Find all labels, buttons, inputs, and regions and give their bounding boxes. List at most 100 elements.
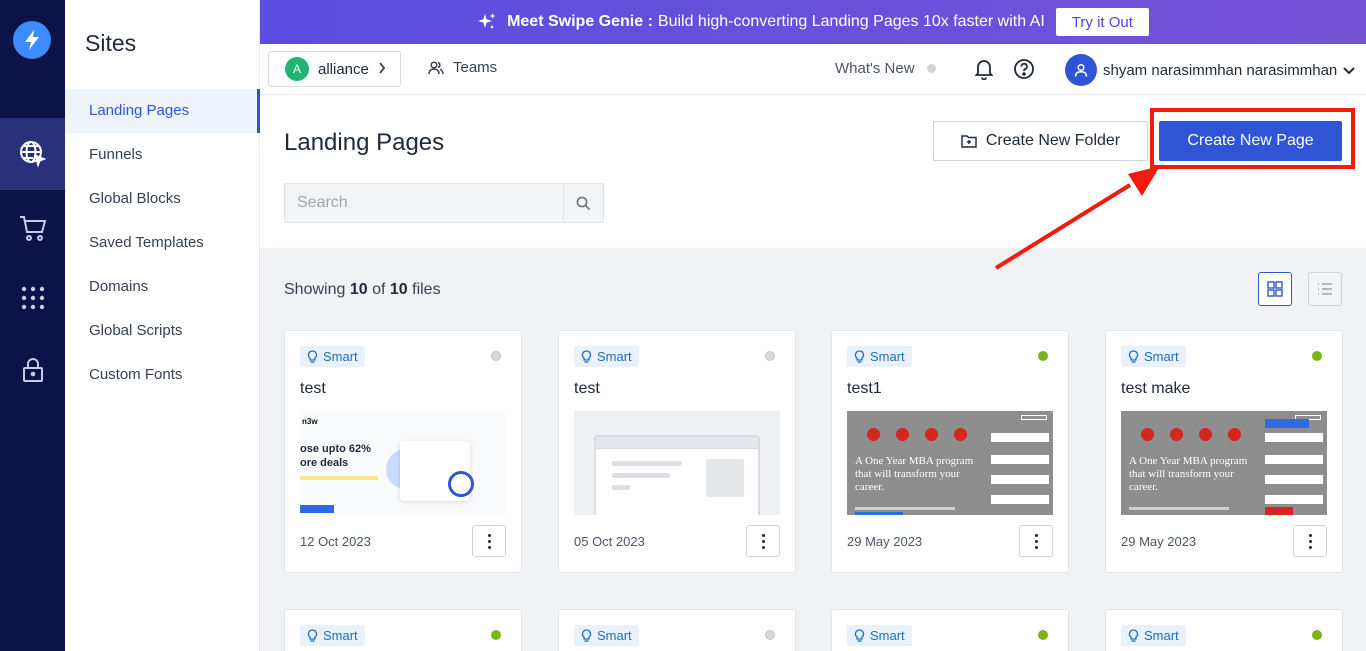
page-card[interactable]: Smart test make A One Year MBA program t… bbox=[1105, 330, 1343, 573]
search-icon[interactable] bbox=[563, 184, 603, 222]
smart-label: Smart bbox=[1144, 628, 1179, 643]
smart-label: Smart bbox=[870, 349, 905, 364]
more-options-button[interactable] bbox=[472, 525, 506, 557]
globe-cursor-icon[interactable] bbox=[0, 118, 65, 190]
list-view-button[interactable] bbox=[1308, 272, 1342, 306]
bolt-logo-icon[interactable] bbox=[13, 21, 51, 59]
create-page-button[interactable]: Create New Page bbox=[1159, 121, 1342, 161]
page-card[interactable]: Smart test n3w ose upto 62% ore deals 12… bbox=[284, 330, 522, 573]
status-dot bbox=[491, 351, 501, 361]
page-thumbnail[interactable]: n3w ose upto 62% ore deals bbox=[300, 411, 506, 515]
thumb-bar bbox=[300, 476, 378, 480]
smart-label: Smart bbox=[1144, 349, 1179, 364]
workspace-switcher[interactable]: A alliance bbox=[268, 51, 401, 87]
card-title[interactable]: test1 bbox=[847, 380, 882, 398]
sites-sidebar: Sites Landing Pages Funnels Global Block… bbox=[65, 0, 260, 651]
create-folder-button[interactable]: Create New Folder bbox=[933, 121, 1148, 161]
lock-icon[interactable] bbox=[0, 334, 65, 406]
chevron-down-icon bbox=[1343, 62, 1355, 79]
status-dot bbox=[1038, 630, 1048, 640]
thumb-headline: A One Year MBA program that will transfo… bbox=[1129, 455, 1248, 493]
smart-badge: Smart bbox=[300, 625, 365, 646]
page-card[interactable]: Smart test 05 Oct 2023 bbox=[558, 330, 796, 573]
file-count-suffix: files bbox=[412, 281, 441, 298]
whats-new-dot bbox=[926, 64, 936, 73]
thumb-line-2: ore deals bbox=[300, 457, 349, 469]
avatar bbox=[1065, 54, 1097, 86]
thumb-headline: A One Year MBA program that will transfo… bbox=[855, 455, 974, 493]
thumb-ring bbox=[448, 471, 474, 497]
search-input[interactable] bbox=[285, 184, 563, 222]
bulb-icon bbox=[581, 350, 592, 363]
sidebar-item-domains[interactable]: Domains bbox=[65, 265, 260, 309]
file-count-of: of bbox=[372, 281, 386, 298]
page-card[interactable]: Smart bbox=[831, 609, 1069, 651]
sidebar-item-custom-fonts[interactable]: Custom Fonts bbox=[65, 353, 260, 397]
smart-label: Smart bbox=[323, 628, 358, 643]
top-header: A alliance Teams What's New shyam narasi… bbox=[260, 44, 1366, 94]
thumb-brand: n3w bbox=[302, 417, 318, 426]
file-count: Showing 10 of 10 files bbox=[284, 281, 441, 299]
help-icon[interactable] bbox=[1013, 58, 1035, 85]
sparkle-icon bbox=[477, 12, 497, 32]
card-date: 29 May 2023 bbox=[1121, 534, 1197, 549]
thumb-cta bbox=[300, 505, 334, 513]
user-menu[interactable]: shyam narasimmhan narasimmhan bbox=[1065, 54, 1355, 86]
status-dot bbox=[765, 351, 775, 361]
page-card[interactable]: Smart bbox=[1105, 609, 1343, 651]
bulb-icon bbox=[1128, 350, 1139, 363]
page-card[interactable]: Smart bbox=[284, 609, 522, 651]
sidebar-menu: Landing Pages Funnels Global Blocks Save… bbox=[65, 89, 260, 397]
workspace-name: alliance bbox=[318, 60, 369, 78]
sidebar-item-global-scripts[interactable]: Global Scripts bbox=[65, 309, 260, 353]
apps-grid-icon[interactable] bbox=[0, 262, 65, 334]
sidebar-item-landing-pages[interactable]: Landing Pages bbox=[65, 89, 260, 133]
promo-banner: Meet Swipe Genie : Build high-converting… bbox=[260, 0, 1366, 44]
page-thumbnail[interactable]: A One Year MBA program that will transfo… bbox=[847, 411, 1053, 515]
status-dot bbox=[1312, 351, 1322, 361]
thumb-placeholder-window bbox=[594, 435, 760, 515]
try-it-out-button[interactable]: Try it Out bbox=[1055, 8, 1149, 36]
page-card[interactable]: Smart test1 A One Year MBA program that … bbox=[831, 330, 1069, 573]
page-card[interactable]: Smart bbox=[558, 609, 796, 651]
card-date: 12 Oct 2023 bbox=[300, 534, 371, 549]
smart-label: Smart bbox=[597, 628, 632, 643]
teams-link[interactable]: Teams bbox=[428, 59, 497, 76]
teams-icon bbox=[428, 60, 444, 74]
bulb-icon bbox=[854, 350, 865, 363]
more-options-button[interactable] bbox=[1019, 525, 1053, 557]
grid-view-button[interactable] bbox=[1258, 272, 1292, 306]
smart-badge: Smart bbox=[847, 346, 912, 367]
status-dot bbox=[491, 630, 501, 640]
card-title[interactable]: test bbox=[300, 380, 326, 398]
more-options-button[interactable] bbox=[1293, 525, 1327, 557]
bell-icon[interactable] bbox=[974, 58, 994, 85]
cart-icon[interactable] bbox=[0, 192, 65, 264]
whats-new-link[interactable]: What's New bbox=[835, 60, 936, 77]
smart-label: Smart bbox=[597, 349, 632, 364]
bulb-icon bbox=[1128, 629, 1139, 642]
card-title[interactable]: test bbox=[574, 380, 600, 398]
banner-headline: Meet Swipe Genie : bbox=[507, 13, 653, 30]
smart-badge: Smart bbox=[1121, 346, 1186, 367]
bulb-icon bbox=[581, 629, 592, 642]
sidebar-item-global-blocks[interactable]: Global Blocks bbox=[65, 177, 260, 221]
sidebar-item-funnels[interactable]: Funnels bbox=[65, 133, 260, 177]
card-title[interactable]: test make bbox=[1121, 380, 1190, 398]
app-rail bbox=[0, 0, 65, 651]
page-thumbnail[interactable] bbox=[574, 411, 780, 515]
thumb-line-1: ose upto 62% bbox=[300, 443, 371, 455]
smart-badge: Smart bbox=[574, 625, 639, 646]
whats-new-label: What's New bbox=[835, 60, 915, 77]
create-folder-label: Create New Folder bbox=[985, 132, 1121, 149]
smart-label: Smart bbox=[323, 349, 358, 364]
grid-icon bbox=[1267, 281, 1283, 297]
page-thumbnail[interactable]: A One Year MBA program that will transfo… bbox=[1121, 411, 1327, 515]
smart-badge: Smart bbox=[300, 346, 365, 367]
more-options-button[interactable] bbox=[746, 525, 780, 557]
sidebar-item-saved-templates[interactable]: Saved Templates bbox=[65, 221, 260, 265]
sidebar-title: Sites bbox=[85, 30, 137, 56]
user-name: shyam narasimmhan narasimmhan bbox=[1103, 61, 1338, 79]
page-header: Landing Pages Create New Folder Create N… bbox=[260, 94, 1366, 248]
smart-label: Smart bbox=[870, 628, 905, 643]
